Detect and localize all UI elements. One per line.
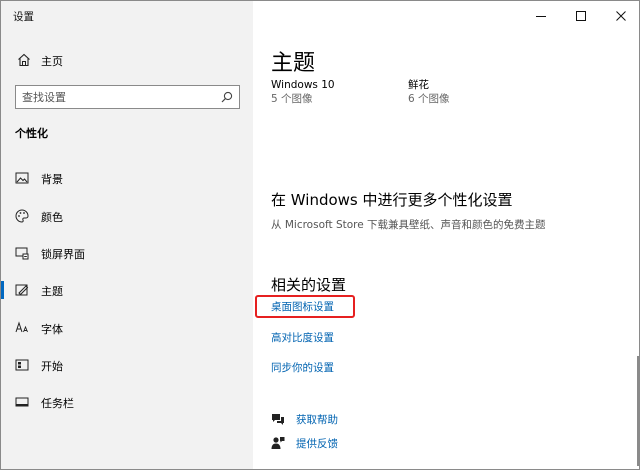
sidebar-item-label: 背景: [41, 173, 63, 186]
more-personalization-heading: 在 Windows 中进行更多个性化设置: [271, 191, 513, 209]
scrollbar[interactable]: [637, 356, 639, 466]
maximize-button[interactable]: [561, 1, 601, 31]
sidebar-item-taskbar[interactable]: 任务栏: [1, 387, 253, 417]
sidebar-item-label: 主页: [41, 55, 63, 68]
theme-image-count: 5 个图像: [271, 93, 313, 105]
sidebar-item-themes[interactable]: 主题: [1, 275, 253, 305]
high-contrast-settings-link[interactable]: 高对比度设置: [271, 330, 334, 345]
taskbar-icon: [15, 397, 29, 407]
close-icon: [616, 11, 626, 21]
image-icon: [15, 172, 29, 184]
settings-window: 设置 主页 个性化 背景: [0, 0, 640, 470]
sidebar: 设置 主页 个性化 背景: [1, 1, 253, 469]
theme-card-flowers[interactable]: 鲜花 6 个图像: [408, 78, 450, 106]
maximize-icon: [576, 11, 586, 21]
sidebar-item-home[interactable]: 主页: [1, 47, 253, 75]
sidebar-item-background[interactable]: 背景: [1, 163, 253, 193]
lock-screen-icon: [15, 247, 29, 260]
sidebar-item-fonts[interactable]: 字体: [1, 313, 253, 343]
home-icon: [18, 53, 30, 67]
window-controls: [521, 1, 639, 31]
theme-name: Windows 10: [271, 79, 335, 91]
search-input[interactable]: [22, 88, 212, 106]
sidebar-item-label: 字体: [41, 323, 63, 336]
sidebar-item-label: 颜色: [41, 211, 63, 224]
theme-name: 鲜花: [408, 79, 429, 91]
chat-help-icon: [272, 414, 284, 425]
minimize-button[interactable]: [521, 1, 561, 31]
page-title: 主题: [271, 51, 316, 76]
feedback-link[interactable]: 提供反馈: [296, 436, 338, 451]
font-icon: [15, 321, 28, 333]
sync-settings-link[interactable]: 同步你的设置: [271, 360, 334, 375]
section-heading: 个性化: [15, 127, 48, 140]
related-settings-heading: 相关的设置: [271, 276, 347, 294]
app-title: 设置: [13, 11, 34, 23]
close-button[interactable]: [601, 1, 639, 31]
theme-card-windows[interactable]: Windows 10 5 个图像: [271, 78, 335, 106]
minimize-icon: [536, 16, 546, 17]
palette-icon: [15, 209, 29, 223]
sidebar-item-colors[interactable]: 颜色: [1, 201, 253, 231]
get-help-link[interactable]: 获取帮助: [296, 412, 338, 427]
sidebar-item-label: 开始: [41, 360, 63, 373]
main-content: 主题 Windows 10 5 个图像 鲜花 6 个图像 在 Windows 中…: [253, 1, 639, 469]
search-icon[interactable]: [221, 91, 233, 103]
sidebar-item-label: 任务栏: [41, 397, 74, 410]
sidebar-item-start[interactable]: 开始: [1, 350, 253, 380]
sidebar-item-label: 锁屏界面: [41, 248, 85, 261]
sidebar-item-lock-screen[interactable]: 锁屏界面: [1, 238, 253, 268]
active-indicator: [1, 281, 4, 299]
theme-icon: [15, 284, 29, 296]
feedback-icon: [271, 437, 285, 449]
theme-image-count: 6 个图像: [408, 93, 450, 105]
more-personalization-desc: 从 Microsoft Store 下载兼具壁纸、声音和颜色的免费主题: [271, 219, 546, 231]
start-icon: [15, 359, 29, 371]
search-box[interactable]: [15, 85, 240, 109]
sidebar-item-label: 主题: [41, 285, 63, 298]
desktop-icon-settings-link[interactable]: 桌面图标设置: [271, 299, 334, 314]
